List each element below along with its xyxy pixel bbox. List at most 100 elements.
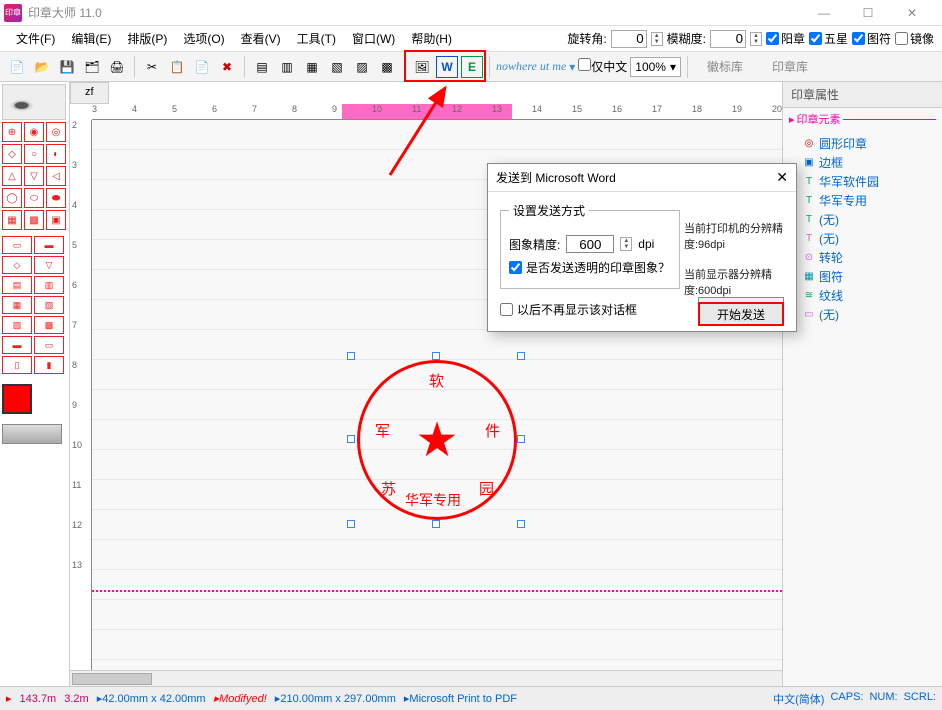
tb-send-word[interactable]: W <box>436 56 458 78</box>
cb-sun[interactable]: 阳章 <box>766 30 805 47</box>
tree-node[interactable]: ◎圆形印章 <box>789 134 936 153</box>
sel-handle[interactable] <box>517 352 525 360</box>
tb-send-image[interactable]: 🖼 <box>411 56 433 78</box>
rect-tool[interactable]: ▽ <box>34 256 64 274</box>
rect-tool[interactable]: ▬ <box>2 336 32 354</box>
shape-tool[interactable]: ⬬ <box>46 188 66 208</box>
dpi-spinner[interactable]: ▲▼ <box>620 237 632 251</box>
tree-node[interactable]: ▣边框 <box>789 153 936 172</box>
menu-window[interactable]: 窗口(W) <box>344 26 403 51</box>
shape-tool[interactable]: ▽ <box>24 166 44 186</box>
tree-node[interactable]: T(无) <box>789 210 936 229</box>
sel-handle[interactable] <box>347 352 355 360</box>
shape-tool[interactable]: ◯ <box>2 188 22 208</box>
sel-handle[interactable] <box>517 520 525 528</box>
minimize-button[interactable]: — <box>806 1 842 25</box>
bottom-tool[interactable] <box>2 424 62 444</box>
rect-tool[interactable]: ▩ <box>34 316 64 334</box>
menu-view[interactable]: 查看(V) <box>233 26 289 51</box>
shape-tool[interactable]: ▩ <box>24 210 44 230</box>
dialog-close-button[interactable]: ✕ <box>776 169 788 186</box>
shape-tool[interactable]: ◐ <box>46 144 66 164</box>
tb-paste[interactable]: 📄 <box>191 56 213 78</box>
current-color[interactable] <box>2 384 32 414</box>
shape-tool[interactable]: ⬭ <box>24 188 44 208</box>
dialog-titlebar[interactable]: 发送到 Microsoft Word ✕ <box>488 164 796 192</box>
tree-node[interactable]: ⊙转轮 <box>789 248 936 267</box>
menu-options[interactable]: 选项(O) <box>175 26 232 51</box>
tb-a4[interactable]: ▧ <box>326 56 348 78</box>
menu-file[interactable]: 文件(F) <box>8 26 63 51</box>
document-tab[interactable]: zf <box>70 82 109 104</box>
tb-new[interactable]: 📄 <box>6 56 28 78</box>
cb-star[interactable]: 五星 <box>809 30 848 47</box>
cb-cn-only[interactable]: 仅中文 <box>578 58 627 75</box>
maximize-button[interactable]: ☐ <box>850 1 886 25</box>
tree-node[interactable]: T(无) <box>789 229 936 248</box>
rect-tool[interactable]: ▯ <box>2 356 32 374</box>
shape-tool[interactable]: ⊕ <box>2 122 22 142</box>
shape-tool[interactable]: ▦ <box>2 210 22 230</box>
rect-tool[interactable]: ◇ <box>2 256 32 274</box>
tb-delete[interactable]: ✖ <box>216 56 238 78</box>
sel-handle[interactable] <box>517 435 525 443</box>
sel-handle[interactable] <box>432 520 440 528</box>
sel-handle[interactable] <box>347 520 355 528</box>
close-button[interactable]: ✕ <box>894 1 930 25</box>
rect-tool[interactable]: ▮ <box>34 356 64 374</box>
rect-tool[interactable]: ▦ <box>2 296 32 314</box>
tree-node[interactable]: ≋纹线 <box>789 286 936 305</box>
cb-noshow[interactable]: 以后不再显示该对话框 <box>500 301 637 318</box>
tb-a2[interactable]: ▥ <box>276 56 298 78</box>
blur-input[interactable] <box>710 30 746 48</box>
tb-a1[interactable]: ▤ <box>251 56 273 78</box>
tb-print[interactable]: 🖨 <box>106 56 128 78</box>
tb-cut[interactable]: ✂ <box>141 56 163 78</box>
tb-send-excel[interactable]: E <box>461 56 483 78</box>
cb-transparent[interactable]: 是否发送透明的印章图象？ <box>509 259 671 276</box>
rotation-spinner[interactable]: ▲▼ <box>651 32 663 46</box>
menu-tools[interactable]: 工具(T) <box>289 26 344 51</box>
menu-help[interactable]: 帮助(H) <box>403 26 460 51</box>
stamp-object[interactable]: ★ 软 军 件 苏 园 华军专用 <box>357 360 517 520</box>
rect-tool[interactable]: ▬ <box>34 236 64 254</box>
menu-edit[interactable]: 编辑(E) <box>63 26 119 51</box>
tree-node[interactable]: ▦图符 <box>789 267 936 286</box>
shape-tool[interactable]: △ <box>2 166 22 186</box>
tab-stamp-lib[interactable]: 印章库 <box>759 54 821 79</box>
zoom-select[interactable]: 100%▾ <box>630 57 681 77</box>
tb-a3[interactable]: ▦ <box>301 56 323 78</box>
shape-tool[interactable]: ○ <box>24 144 44 164</box>
tb-a6[interactable]: ▩ <box>376 56 398 78</box>
sel-handle[interactable] <box>432 352 440 360</box>
shape-tool[interactable]: ▣ <box>46 210 66 230</box>
blur-spinner[interactable]: ▲▼ <box>750 32 762 46</box>
rotation-input[interactable] <box>611 30 647 48</box>
tb-open[interactable]: 📂 <box>31 56 53 78</box>
horizontal-scrollbar[interactable] <box>70 670 782 686</box>
shape-tool[interactable]: ◇ <box>2 144 22 164</box>
tb-copy[interactable]: 📋 <box>166 56 188 78</box>
rect-tool[interactable]: ▧ <box>34 296 64 314</box>
shape-tool[interactable]: ◁ <box>46 166 66 186</box>
tree-node[interactable]: T华军专用 <box>789 191 936 210</box>
tree-node[interactable]: ▭(无) <box>789 305 936 324</box>
tb-a5[interactable]: ▨ <box>351 56 373 78</box>
rect-tool[interactable]: ▭ <box>34 336 64 354</box>
rect-tool[interactable]: ▤ <box>2 276 32 294</box>
rect-tool[interactable]: ▥ <box>34 276 64 294</box>
tb-save[interactable]: 💾 <box>56 56 78 78</box>
tree-node[interactable]: T华军软件园 <box>789 172 936 191</box>
rect-tool[interactable]: ▭ <box>2 236 32 254</box>
tb-saveas[interactable]: 🗂 <box>81 56 103 78</box>
tab-badge-lib[interactable]: 徽标库 <box>694 54 756 79</box>
rect-tool[interactable]: ▨ <box>2 316 32 334</box>
cb-mirror[interactable]: 镜像 <box>895 30 934 47</box>
shape-tool[interactable]: ◉ <box>24 122 44 142</box>
sel-handle[interactable] <box>347 435 355 443</box>
start-send-button[interactable]: 开始发送 <box>698 302 784 326</box>
cb-pattern[interactable]: 图符 <box>852 30 891 47</box>
menu-layout[interactable]: 排版(P) <box>119 26 175 51</box>
shape-tool[interactable]: ◎ <box>46 122 66 142</box>
dpi-input[interactable] <box>566 235 614 253</box>
